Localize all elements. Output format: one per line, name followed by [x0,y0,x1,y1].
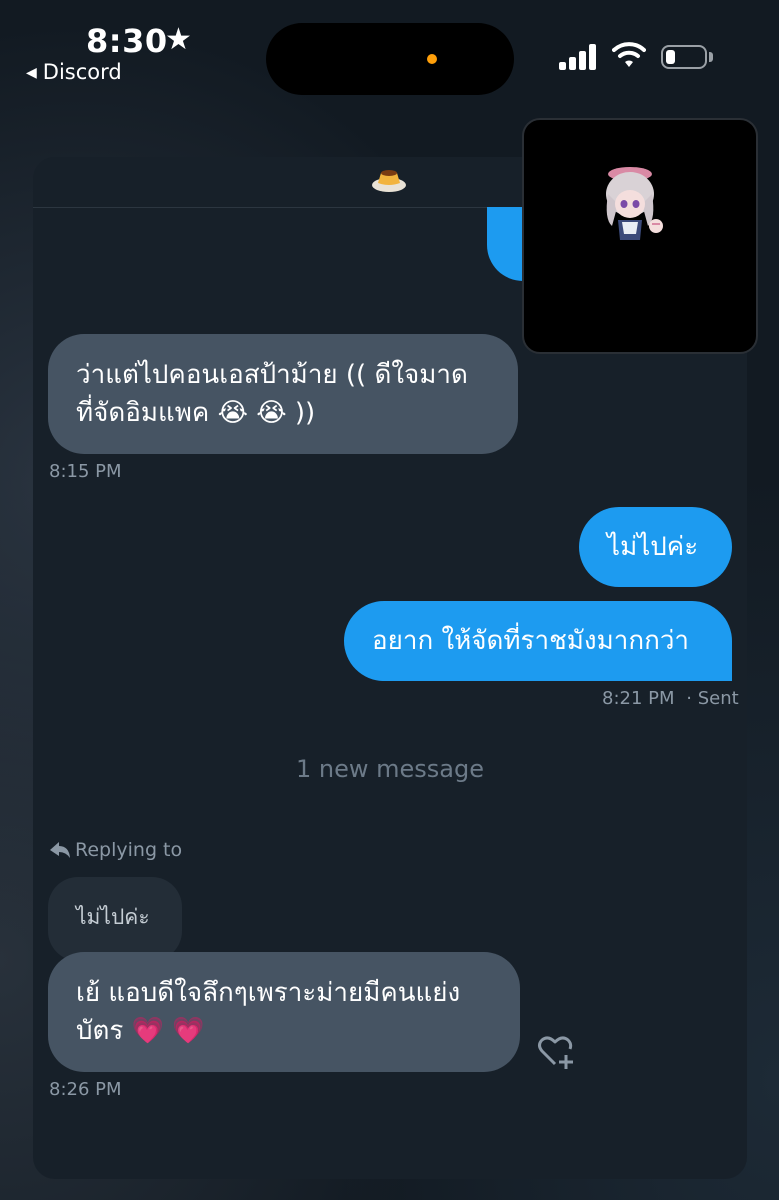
mic-indicator-dot [427,54,437,64]
back-triangle-icon: ◀ [26,65,37,81]
message-text: อยาก ให้จัดที่ราชมังมากกว่า [372,626,690,656]
message-time: 8:21 PM [602,688,675,709]
message-status: · Sent [686,688,739,709]
quoted-text: ไม่ไปค่ะ [76,905,150,929]
outgoing-message-bubble[interactable]: อยาก ให้จัดที่ราชมังมากกว่า [344,601,732,681]
quoted-message[interactable]: ไม่ไปค่ะ [48,877,182,961]
dynamic-island [266,23,514,95]
message-text: ไม่ไปค่ะ [607,532,699,562]
status-time: 8:30 [86,22,168,60]
message-line: ว่าแต่ไปคอนเอสป้าม้าย (( ดีใจมาด [76,360,468,390]
message-timestamp: 8:26 PM [49,1079,122,1100]
message-line: ที่จัดอิมแพค 😭 😭 )) [76,398,316,428]
star-icon: ★ [165,22,192,57]
outgoing-message-bubble[interactable]: ไม่ไปค่ะ [579,507,732,587]
replying-to-label: Replying to [75,839,183,861]
back-to-app-button[interactable]: ◀ Discord [26,60,122,84]
incoming-message-bubble[interactable]: ว่าแต่ไปคอนเอสป้าม้าย (( ดีใจมาด ที่จัดอ… [48,334,518,454]
back-app-label: Discord [42,60,122,84]
chibi-character-sticker [606,167,663,240]
picture-in-picture-video[interactable] [522,118,758,354]
flan-pudding-icon [372,170,406,192]
cellular-signal-icon [559,44,599,70]
message-timestamp: 8:21 PM · Sent [602,688,739,709]
incoming-reply-bubble[interactable]: เย้ แอบดีใจลึกๆเพราะม่ายมีคนแย่ง บัตร 💗 … [48,952,520,1072]
message-line: เย้ แอบดีใจลึกๆเพราะม่ายมีคนแย่ง [76,978,461,1008]
wifi-icon [612,42,646,67]
message-timestamp: 8:15 PM [49,461,122,482]
reply-arrow-icon [50,842,70,858]
add-reaction-heart-icon[interactable] [537,1031,577,1071]
battery-cap [709,52,713,62]
message-line: บัตร 💗 💗 [76,1016,205,1046]
battery-icon [661,45,707,69]
new-message-separator: 1 new message [296,755,484,783]
replying-to-indicator: Replying to [49,839,182,861]
